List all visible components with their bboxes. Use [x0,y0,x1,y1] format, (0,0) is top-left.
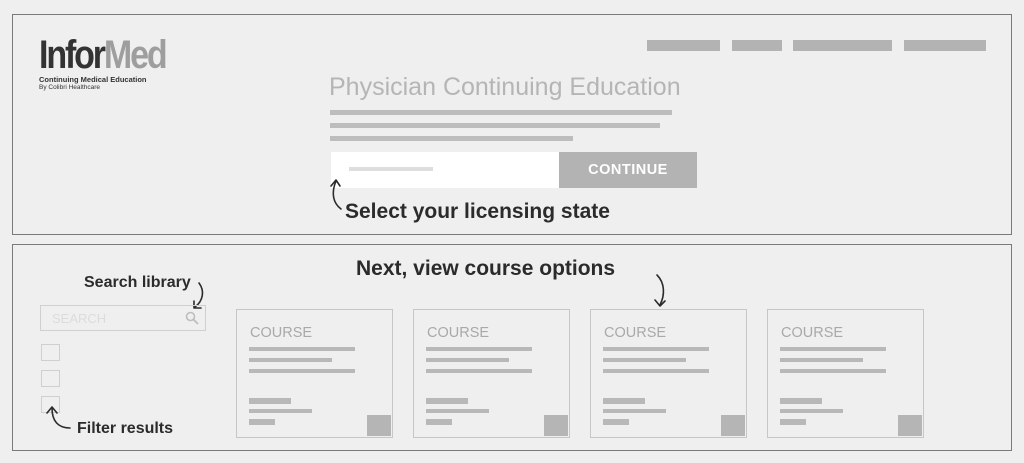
course-card-text-line [603,369,709,373]
course-card-text-line [426,369,532,373]
state-select-placeholder [349,167,433,171]
curved-arrow-icon [46,406,71,429]
filter-annotation: Filter results [77,420,174,437]
course-card-title: COURSE [250,325,313,341]
course-card-action[interactable] [898,415,922,436]
course-card[interactable]: COURSE [767,309,924,438]
nav-item-3[interactable] [793,40,892,51]
course-card-meta-line [249,398,291,404]
course-card-title: COURSE [781,325,844,341]
course-card-meta-line [249,419,275,425]
course-card-meta-line [603,398,645,404]
nav-item-1[interactable] [647,40,720,51]
logo-wordmark: InforMed [39,33,168,77]
logo[interactable]: InforMed Continuing Medical Education By… [39,35,188,92]
filter-checkbox[interactable] [41,370,60,387]
curved-arrow-icon [654,274,666,307]
course-card[interactable]: COURSE [590,309,747,438]
library-panel: Next, view course options Search library… [12,244,1012,451]
course-card-text-line [780,347,886,351]
course-card-meta-line [780,398,822,404]
intro-text-line-1 [330,110,672,115]
nav-item-2[interactable] [732,40,782,51]
hero-panel: InforMed Continuing Medical Education By… [12,14,1012,235]
filter-checkbox[interactable] [41,344,60,361]
course-card-text-line [780,358,863,362]
course-card-text-line [603,347,709,351]
course-card-meta-line [426,409,489,413]
intro-text-line-2 [330,123,660,128]
search-annotation: Search library [84,274,191,291]
course-card-action[interactable] [367,415,391,436]
course-card-text-line [249,358,332,362]
course-card-title: COURSE [427,325,490,341]
course-card-text-line [249,369,355,373]
course-card[interactable]: COURSE [236,309,393,438]
search-placeholder: SEARCH [52,311,107,326]
state-select-input[interactable] [331,152,559,188]
course-card-meta-line [426,398,468,404]
course-card-meta-line [603,409,666,413]
course-card-text-line [249,347,355,351]
state-annotation: Select your licensing state [345,200,610,223]
course-card-meta-line [249,409,312,413]
course-card-text-line [780,369,886,373]
course-card-text-line [426,358,509,362]
course-card-text-line [426,347,532,351]
logo-byline: By Colibri Healthcare [39,84,101,91]
course-card-meta-line [603,419,629,425]
course-card-action[interactable] [544,415,568,436]
course-card-meta-line [780,409,843,413]
course-card-action[interactable] [721,415,745,436]
nav-item-4[interactable] [904,40,986,51]
page-title: Physician Continuing Education [329,73,681,101]
continue-button[interactable]: CONTINUE [559,152,697,188]
course-card-title: COURSE [604,325,667,341]
course-annotation: Next, view course options [356,257,616,280]
course-card-text-line [603,358,686,362]
course-card-meta-line [780,419,806,425]
intro-text-line-3 [330,136,573,141]
course-card[interactable]: COURSE [413,309,570,438]
course-card-meta-line [426,419,452,425]
search-input[interactable]: SEARCH [40,305,206,331]
search-icon[interactable] [185,311,199,330]
